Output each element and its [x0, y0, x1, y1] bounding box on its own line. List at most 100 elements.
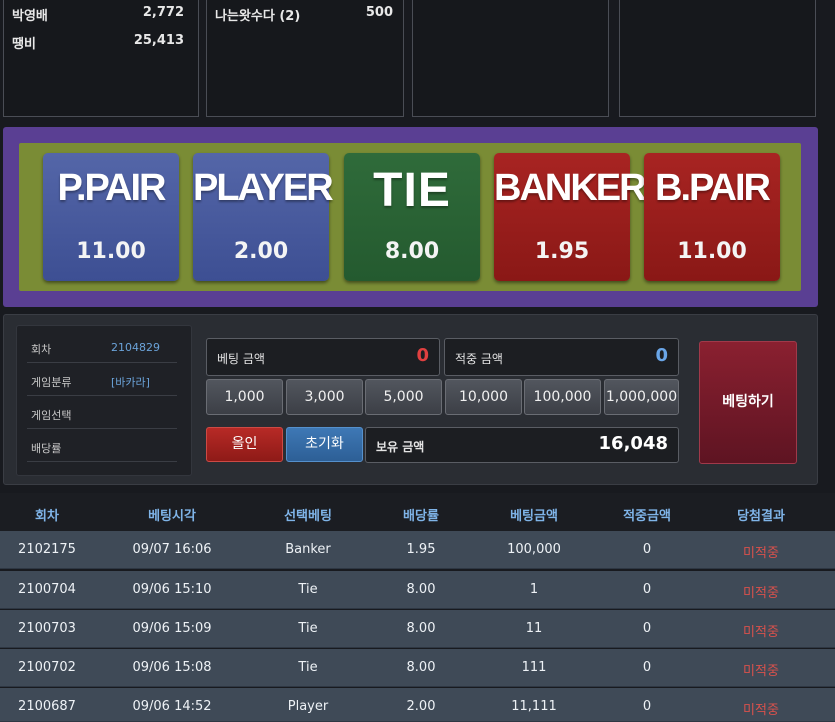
history-row: 2100704 09/06 15:10 Tie 8.00 1 0 미적중	[0, 571, 835, 609]
info-label: 회차	[31, 343, 52, 356]
cell-bet-amount: 111	[521, 660, 547, 675]
cell-round: 2100704	[18, 582, 76, 597]
info-value: 2104829	[111, 341, 160, 354]
bet-odds: 1.95	[534, 239, 590, 264]
cell-result: 미적중	[743, 586, 779, 601]
cell-time: 09/06 15:08	[132, 660, 212, 675]
balance-value: 16,048	[598, 433, 668, 454]
reset-button[interactable]: 초기화	[286, 427, 363, 462]
ranking-panel-4	[619, 0, 816, 117]
ranking-name: 땡비	[12, 37, 36, 52]
cell-odds: 1.95	[406, 542, 436, 557]
balance-label: 보유 금액	[376, 440, 425, 454]
info-label: 게임선택	[31, 409, 72, 422]
cell-round: 2102175	[18, 542, 76, 557]
info-row-odds: 배당률	[27, 431, 177, 462]
col-header-bet-amount: 베팅금액	[510, 509, 558, 524]
cell-round: 2100687	[18, 699, 76, 714]
cell-win-amount: 0	[642, 542, 652, 557]
ranking-score: 500	[365, 5, 393, 20]
col-header-selection: 선택베팅	[284, 509, 332, 524]
ranking-score: 2,772	[142, 5, 184, 20]
win-amount-value: 0	[655, 345, 668, 366]
cell-round: 2100703	[18, 621, 76, 636]
info-row-selection: 게임선택	[27, 398, 177, 429]
chip-1000-button[interactable]: 1,000	[206, 379, 283, 415]
cell-time: 09/06 15:09	[132, 621, 212, 636]
ranking-score: 25,413	[133, 33, 184, 48]
bet-name: B.PAIR	[655, 167, 771, 209]
bet-banker-button[interactable]: BANKER 1.95	[494, 153, 647, 281]
cell-bet-amount: 100,000	[507, 542, 561, 557]
cell-win-amount: 0	[642, 660, 652, 675]
history-row: 2102175 09/07 16:06 Banker 1.95 100,000 …	[0, 531, 835, 569]
cell-time: 09/07 16:06	[132, 542, 212, 557]
game-info-box: 회차 2104829 게임분류 [바카라] 게임선택 배당률	[16, 325, 192, 476]
ranking-name: 박영배	[12, 9, 48, 24]
cell-bet-amount: 11	[525, 621, 543, 636]
cell-bet-amount: 11,111	[511, 699, 557, 714]
bet-odds: 11.00	[76, 239, 146, 264]
bet-board: P.PAIR 11.00 PLAYER 2.00 TIE 8.00 BANKER…	[3, 127, 818, 307]
balance-field: 보유 금액 16,048	[365, 427, 679, 463]
cell-result: 미적중	[743, 664, 779, 679]
ranking-name: 나는왓수다 (2)	[215, 9, 301, 24]
history-row: 2100702 09/06 15:08 Tie 8.00 111 0 미적중	[0, 649, 835, 687]
cell-selection: Tie	[298, 621, 318, 636]
chip-10000-button[interactable]: 10,000	[445, 379, 522, 415]
cell-time: 09/06 14:52	[132, 699, 212, 714]
history-table-header: 회차 베팅시각 선택베팅 배당률 베팅금액 적중금액 당첨결과	[0, 493, 835, 531]
history-row: 2100687 09/06 14:52 Player 2.00 11,111 0…	[0, 688, 835, 722]
ranking-panel-2: 나는왓수다 (2) 500	[206, 0, 404, 117]
bet-player-pair-button[interactable]: P.PAIR 11.00	[43, 153, 179, 281]
cell-selection: Tie	[298, 660, 318, 675]
cell-selection: Player	[287, 699, 329, 714]
col-header-time: 베팅시각	[148, 509, 196, 524]
info-row-category: 게임분류 [바카라]	[27, 365, 177, 396]
bet-name: P.PAIR	[57, 167, 167, 209]
col-header-odds: 배당률	[403, 509, 439, 524]
info-value: [바카라]	[111, 376, 150, 389]
bet-tie-button[interactable]: TIE 8.00	[344, 153, 480, 281]
cell-win-amount: 0	[642, 621, 652, 636]
bet-amount-value: 0	[416, 345, 429, 366]
ranking-panel-1: 박영배 2,772 땡비 25,413	[3, 0, 199, 117]
history-row: 2100703 09/06 15:09 Tie 8.00 11 0 미적중	[0, 610, 835, 648]
bet-banker-pair-button[interactable]: B.PAIR 11.00	[644, 153, 780, 281]
bet-odds: 2.00	[233, 239, 289, 264]
col-header-result: 당첨결과	[737, 509, 785, 524]
bet-amount-field: 베팅 금액 0	[206, 338, 440, 376]
cell-odds: 8.00	[406, 582, 436, 597]
col-header-win-amount: 적중금액	[623, 509, 671, 524]
info-label: 게임분류	[31, 376, 72, 389]
cell-odds: 2.00	[406, 699, 436, 714]
ranking-row: 박영배 2,772	[4, 5, 198, 25]
cell-odds: 8.00	[406, 660, 436, 675]
info-row-round: 회차 2104829	[27, 332, 177, 363]
chip-100000-button[interactable]: 100,000	[524, 379, 601, 415]
bet-name: PLAYER	[193, 167, 334, 209]
cell-odds: 8.00	[406, 621, 436, 636]
bet-odds: 11.00	[677, 239, 747, 264]
cell-round: 2100702	[18, 660, 76, 675]
col-header-round: 회차	[35, 509, 59, 524]
ranking-row: 땡비 25,413	[4, 33, 198, 53]
cell-win-amount: 0	[642, 699, 652, 714]
bet-amount-label: 베팅 금액	[217, 352, 265, 366]
chip-3000-button[interactable]: 3,000	[286, 379, 363, 415]
cell-selection: Banker	[285, 542, 331, 557]
ranking-panel-3	[412, 0, 609, 117]
bet-odds: 8.00	[384, 239, 440, 264]
place-bet-button[interactable]: 베팅하기	[699, 341, 797, 464]
chip-1000000-button[interactable]: 1,000,000	[604, 379, 679, 415]
chip-5000-button[interactable]: 5,000	[365, 379, 442, 415]
cell-result: 미적중	[743, 625, 779, 640]
cell-result: 미적중	[743, 546, 779, 561]
info-label: 배당률	[31, 442, 62, 455]
cell-result: 미적중	[743, 703, 779, 718]
win-amount-label: 적중 금액	[455, 352, 503, 366]
cell-time: 09/06 15:10	[132, 582, 212, 597]
bet-board-felt: P.PAIR 11.00 PLAYER 2.00 TIE 8.00 BANKER…	[19, 143, 801, 291]
bet-player-button[interactable]: PLAYER 2.00	[193, 153, 334, 281]
all-in-button[interactable]: 올인	[206, 427, 283, 462]
